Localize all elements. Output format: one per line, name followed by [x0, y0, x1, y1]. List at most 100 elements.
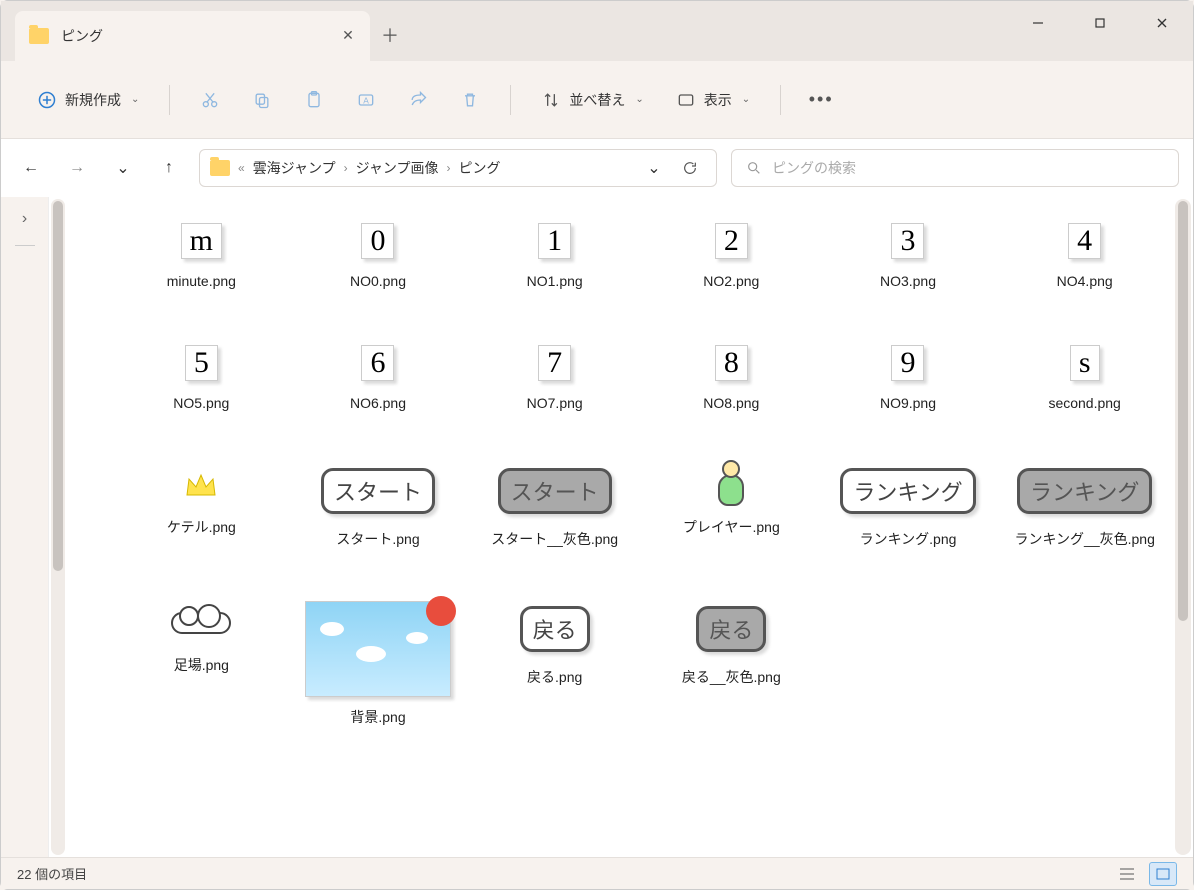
rename-button[interactable]: A [344, 80, 388, 120]
file-label: プレイヤー.png [683, 517, 780, 537]
search-icon [746, 160, 762, 176]
share-icon [408, 90, 428, 110]
content-area: › mminute.png0NO0.png1NO1.png2NO2.png3NO… [1, 197, 1193, 857]
file-item[interactable]: 足場.png [123, 599, 280, 727]
file-thumbnail: m [161, 217, 241, 265]
file-thumbnail: 3 [868, 217, 948, 265]
history-dropdown[interactable]: ⌄ [638, 152, 670, 184]
window-controls [1007, 1, 1193, 45]
copy-button[interactable] [240, 80, 284, 120]
file-item[interactable]: m minute.png [123, 217, 280, 289]
sidebar-collapsed[interactable]: › [1, 197, 49, 857]
file-label: 戻る.png [527, 667, 582, 687]
file-label: NO8.png [703, 395, 759, 411]
file-label: NO5.png [173, 395, 229, 411]
scrollbar-right[interactable] [1175, 199, 1191, 855]
plus-circle-icon [37, 90, 57, 110]
file-item[interactable]: ランキングランキング.png [830, 461, 987, 549]
file-label: ランキング__灰色.png [1014, 529, 1154, 549]
file-label: minute.png [167, 273, 236, 289]
new-button[interactable]: 新規作成 ⌄ [25, 80, 151, 120]
file-thumbnail: ランキング [835, 461, 981, 521]
file-item[interactable]: ケテル.png [123, 461, 280, 549]
file-item[interactable]: 4NO4.png [1006, 217, 1163, 289]
view-button[interactable]: 表示 ⌄ [664, 80, 762, 120]
breadcrumb[interactable]: « 雲海ジャンプ › ジャンプ画像 › ピング ⌄ [199, 149, 717, 187]
file-label: スタート__灰色.png [491, 529, 618, 549]
up-button[interactable]: ↑ [153, 152, 185, 184]
scrollbar-left[interactable] [51, 199, 65, 855]
trash-icon [460, 90, 480, 110]
minimize-button[interactable] [1007, 1, 1069, 45]
refresh-button[interactable] [674, 152, 706, 184]
scrollbar-thumb[interactable] [1178, 201, 1188, 621]
file-item[interactable]: 7NO7.png [476, 339, 633, 411]
paste-button[interactable] [292, 80, 336, 120]
file-item[interactable]: スタートスタート.png [300, 461, 457, 549]
item-count: 22 個の項目 [17, 864, 87, 883]
file-label: 戻る__灰色.png [682, 667, 781, 687]
delete-button[interactable] [448, 80, 492, 120]
file-thumbnail: 戻る [482, 599, 628, 659]
file-thumbnail: 4 [1045, 217, 1125, 265]
chevron-right-icon[interactable]: › [1, 201, 48, 237]
thumbnail-view-toggle[interactable] [1149, 862, 1177, 886]
search-box[interactable] [731, 149, 1179, 187]
new-tab-button[interactable]: ＋ [370, 15, 410, 55]
scrollbar-thumb[interactable] [53, 201, 63, 571]
file-item[interactable]: プレイヤー.png [653, 461, 810, 549]
file-item[interactable]: 9NO9.png [830, 339, 987, 411]
file-grid: m minute.png 0NO0.png 1NO1.png 2NO2.png 3NO3.… [63, 197, 1193, 727]
file-item[interactable]: ランキングランキング__灰色.png [1006, 461, 1163, 549]
file-item[interactable]: 3NO3.png [830, 217, 987, 289]
file-item[interactable]: 8NO8.png [653, 339, 810, 411]
file-thumbnail: 7 [515, 339, 595, 387]
file-item[interactable]: 0NO0.png [300, 217, 457, 289]
view-label: 表示 [704, 90, 732, 110]
close-window-button[interactable] [1131, 1, 1193, 45]
new-label: 新規作成 [65, 90, 121, 110]
refresh-icon [682, 160, 698, 176]
file-thumbnail: s [1045, 339, 1125, 387]
file-thumbnail: 5 [161, 339, 241, 387]
recent-button[interactable]: ⌄ [107, 152, 139, 184]
file-label: second.png [1048, 395, 1120, 411]
more-button[interactable]: ••• [799, 80, 843, 120]
sort-button[interactable]: 並べ替え ⌄ [529, 80, 655, 120]
file-item[interactable]: 戻る戻る.png [476, 599, 633, 727]
file-item[interactable]: 背景.png [300, 599, 457, 727]
address-bar: ← → ⌄ ↑ « 雲海ジャンプ › ジャンプ画像 › ピング ⌄ [1, 139, 1193, 197]
share-button[interactable] [396, 80, 440, 120]
file-item[interactable]: 1NO1.png [476, 217, 633, 289]
file-item[interactable]: s second.png [1006, 339, 1163, 411]
chevron-right-icon: › [446, 161, 450, 175]
search-input[interactable] [772, 160, 1164, 176]
file-thumbnail: 9 [868, 339, 948, 387]
forward-button[interactable]: → [61, 152, 93, 184]
file-label: NO1.png [527, 273, 583, 289]
file-item[interactable]: スタートスタート__灰色.png [476, 461, 633, 549]
svg-text:A: A [364, 95, 370, 105]
file-label: 足場.png [174, 655, 229, 675]
close-tab-icon[interactable]: ✕ [340, 28, 356, 44]
sort-label: 並べ替え [569, 90, 625, 110]
file-thumbnail: ランキング [1012, 461, 1158, 521]
breadcrumb-part[interactable]: 雲海ジャンプ [253, 158, 336, 178]
file-grid-scroll[interactable]: m minute.png 0NO0.png 1NO1.png 2NO2.png 3NO3.… [49, 197, 1193, 857]
file-label: NO0.png [350, 273, 406, 289]
tab-active[interactable]: ピング ✕ [15, 11, 370, 61]
file-item[interactable]: 6NO6.png [300, 339, 457, 411]
cut-button[interactable] [188, 80, 232, 120]
file-item[interactable]: 戻る戻る__灰色.png [653, 599, 810, 727]
details-view-toggle[interactable] [1113, 862, 1141, 886]
file-thumbnail [161, 599, 241, 647]
paste-icon [304, 90, 324, 110]
breadcrumb-part[interactable]: ジャンプ画像 [356, 158, 439, 178]
back-button[interactable]: ← [15, 152, 47, 184]
file-item[interactable]: 5 NO5.png [123, 339, 280, 411]
maximize-button[interactable] [1069, 1, 1131, 45]
breadcrumb-part[interactable]: ピング [458, 158, 500, 178]
file-thumbnail [691, 461, 771, 509]
titlebar: ピング ✕ ＋ [1, 1, 1193, 61]
file-item[interactable]: 2NO2.png [653, 217, 810, 289]
